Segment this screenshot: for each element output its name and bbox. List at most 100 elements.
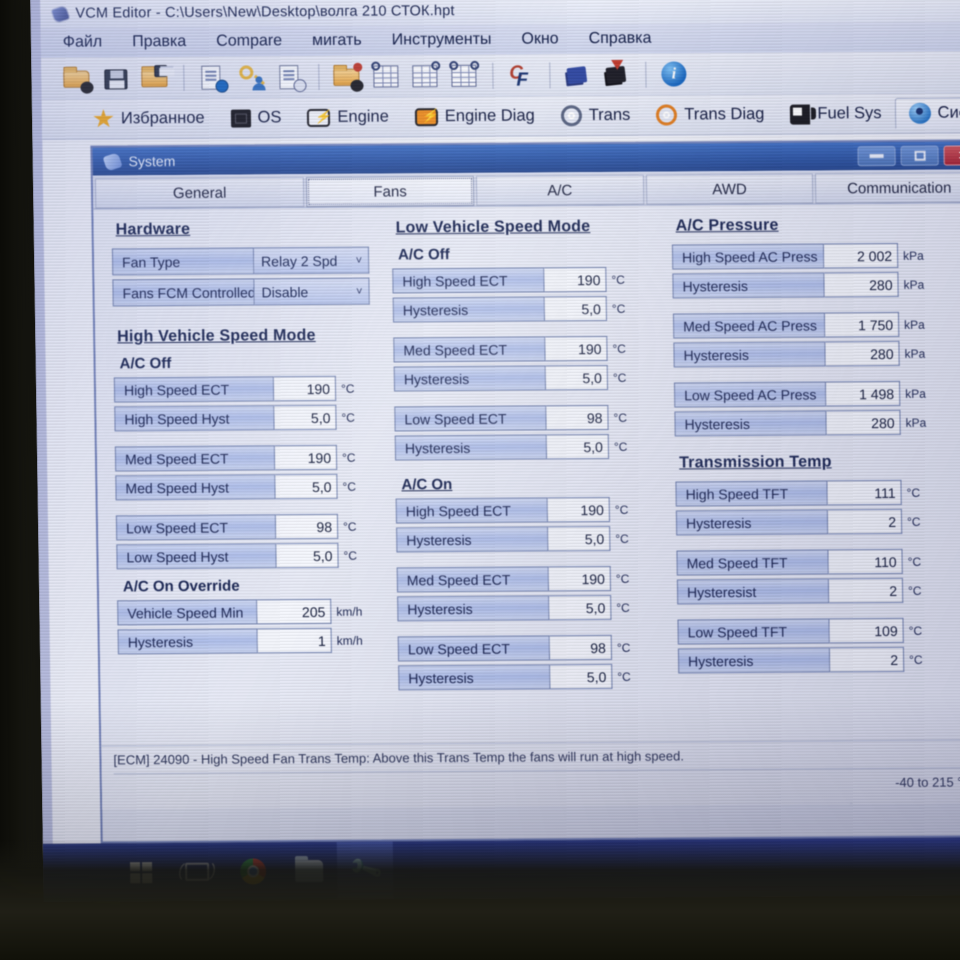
restore-button[interactable] xyxy=(900,145,939,166)
field-value[interactable]: 2 002 xyxy=(823,242,899,269)
toolbar-button-os[interactable]: OS xyxy=(217,104,294,132)
field-row[interactable]: Med Speed AC Press 1 750 kPa xyxy=(672,311,951,339)
field-value[interactable]: 5,0 xyxy=(274,404,337,431)
field-row[interactable]: Hysteresis 5,0 °C xyxy=(398,663,660,691)
field-row[interactable]: High Speed ECT 190 °C xyxy=(392,266,654,294)
fan-type-dropdown[interactable]: Relay 2 Spd ˅ xyxy=(253,246,370,275)
field-row[interactable]: High Speed ECT 190 °C xyxy=(395,496,658,524)
field-value[interactable]: 190 xyxy=(544,266,607,293)
field-fan-type[interactable]: Fan Type Relay 2 Spd ˅ xyxy=(111,246,374,276)
minimize-button[interactable] xyxy=(857,145,896,167)
table-settings-icon[interactable] xyxy=(370,61,402,91)
toolbar-button-engine[interactable]: Engine xyxy=(294,103,402,131)
field-value[interactable]: 98 xyxy=(549,634,613,661)
menu-item-flash[interactable]: мигать xyxy=(312,32,362,50)
field-row[interactable]: High Speed AC Press 2 002 kPa xyxy=(671,242,950,270)
field-row[interactable]: Hysteresis 5,0 °C xyxy=(393,364,656,392)
field-value[interactable]: 110 xyxy=(828,548,903,575)
field-value[interactable]: 5,0 xyxy=(275,473,338,500)
field-value[interactable]: 280 xyxy=(825,340,900,367)
field-row[interactable]: Low Speed Hyst 5,0 °C xyxy=(116,542,378,570)
field-row[interactable]: Hysteresis 280 kPa xyxy=(672,271,950,299)
save-disk-icon[interactable] xyxy=(100,63,132,93)
key-user-icon[interactable] xyxy=(235,62,267,92)
field-value[interactable]: 190 xyxy=(548,565,612,592)
field-row[interactable]: Med Speed TFT 110 °C xyxy=(676,548,954,576)
menu-item-tools[interactable]: Инструменты xyxy=(392,31,492,50)
field-row[interactable]: Med Speed ECT 190 °C xyxy=(396,565,659,593)
toolbar-button-favorites[interactable]: Избранное xyxy=(80,104,218,133)
field-value[interactable]: 5,0 xyxy=(544,295,608,322)
field-row[interactable]: Hysteresis 280 kPa xyxy=(673,340,951,368)
tab-communication[interactable]: Communication xyxy=(815,172,960,204)
toolbar-button-trans[interactable]: Trans xyxy=(548,101,644,131)
table-compare-icon[interactable] xyxy=(448,60,480,90)
field-value[interactable]: 98 xyxy=(275,513,339,540)
celsius-fahrenheit-icon[interactable]: CF xyxy=(505,60,537,90)
close-button[interactable]: ✕ xyxy=(943,145,960,166)
field-row[interactable]: High Speed TFT 111 °C xyxy=(675,479,953,507)
field-value[interactable]: 2 xyxy=(828,577,904,604)
field-fans-fcm-controlled[interactable]: Fans FCM Controlled Disable ˅ xyxy=(112,277,374,307)
field-row[interactable]: Low Speed ECT 98 °C xyxy=(397,634,660,662)
field-row[interactable]: High Speed ECT 190 °C xyxy=(113,375,376,403)
tab-awd[interactable]: AWD xyxy=(645,173,814,205)
toolbar-button-trans-diag[interactable]: Trans Diag xyxy=(643,100,778,130)
open-folder-icon[interactable] xyxy=(61,63,94,94)
field-row[interactable]: Low Speed AC Press 1 498 kPa xyxy=(673,380,952,408)
field-row[interactable]: Hysteresis 280 kPa xyxy=(674,409,952,437)
field-value[interactable]: 190 xyxy=(273,375,337,402)
field-value[interactable]: 109 xyxy=(829,617,904,644)
field-row[interactable]: Med Speed Hyst 5,0 °C xyxy=(115,473,377,501)
read-chip-icon[interactable] xyxy=(562,60,594,90)
field-row[interactable]: Hysteresis 5,0 °C xyxy=(397,594,659,622)
field-value[interactable]: 2 xyxy=(827,508,903,535)
field-value[interactable]: 5,0 xyxy=(548,525,611,552)
field-row[interactable]: Hysteresis 5,0 °C xyxy=(396,525,658,553)
info-icon[interactable]: i xyxy=(658,59,690,89)
field-value[interactable]: 1 498 xyxy=(825,380,901,407)
field-row[interactable]: Med Speed ECT 190 °C xyxy=(114,444,377,472)
field-value[interactable]: 5,0 xyxy=(545,364,609,391)
field-row[interactable]: Hysteresis 1 km/h xyxy=(117,627,380,655)
table-icon[interactable] xyxy=(409,60,441,91)
document-info-icon[interactable] xyxy=(196,62,229,93)
tab-ac[interactable]: A/C xyxy=(475,174,644,206)
field-value[interactable]: 5,0 xyxy=(546,433,610,460)
menu-item-window[interactable]: Окно xyxy=(521,30,558,48)
field-value[interactable]: 5,0 xyxy=(549,594,612,621)
field-value[interactable]: 98 xyxy=(546,404,609,431)
field-value[interactable]: 190 xyxy=(547,496,611,523)
field-value[interactable]: 205 xyxy=(257,598,332,625)
document-history-icon[interactable] xyxy=(274,62,307,92)
field-value[interactable]: 111 xyxy=(827,479,902,506)
field-value[interactable]: 190 xyxy=(545,335,608,362)
field-row[interactable]: Hysteresis 5,0 °C xyxy=(392,295,655,323)
field-value[interactable]: 5,0 xyxy=(276,542,339,569)
field-row[interactable]: Hysteresis 2 °C xyxy=(677,646,956,674)
field-row[interactable]: Low Speed ECT 98 °C xyxy=(394,404,656,432)
field-row[interactable]: Med Speed ECT 190 °C xyxy=(393,335,655,363)
fans-fcm-controlled-dropdown[interactable]: Disable ˅ xyxy=(254,277,370,306)
field-value[interactable]: 1 xyxy=(257,627,332,654)
menu-item-file[interactable]: Файл xyxy=(63,33,103,51)
field-value[interactable]: 2 xyxy=(829,646,905,673)
folder-edit-icon[interactable] xyxy=(331,61,364,92)
field-value[interactable]: 1 750 xyxy=(824,311,900,338)
menu-item-help[interactable]: Справка xyxy=(589,30,652,48)
tab-fans[interactable]: Fans xyxy=(306,175,475,208)
field-row[interactable]: Hysteresist 2 °C xyxy=(676,577,955,605)
field-row[interactable]: Hysteresis 5,0 °C xyxy=(394,433,657,461)
menu-item-edit[interactable]: Правка xyxy=(132,33,186,51)
toolbar-button-engine-diag[interactable]: Engine Diag xyxy=(402,102,548,130)
write-chip-icon[interactable] xyxy=(601,59,633,89)
toolbar-button-fuel-sys[interactable]: Fuel Sys xyxy=(777,99,895,128)
field-value[interactable]: 190 xyxy=(274,444,338,471)
field-row[interactable]: Low Speed ECT 98 °C xyxy=(115,513,378,541)
tab-general[interactable]: General xyxy=(94,177,305,209)
field-row[interactable]: High Speed Hyst 5,0 °C xyxy=(114,404,376,432)
folder-compare-icon[interactable] xyxy=(139,63,171,93)
field-row[interactable]: Hysteresis 2 °C xyxy=(675,508,954,536)
field-value[interactable]: 280 xyxy=(826,409,901,436)
toolbar-button-system[interactable]: Система xyxy=(894,97,960,129)
